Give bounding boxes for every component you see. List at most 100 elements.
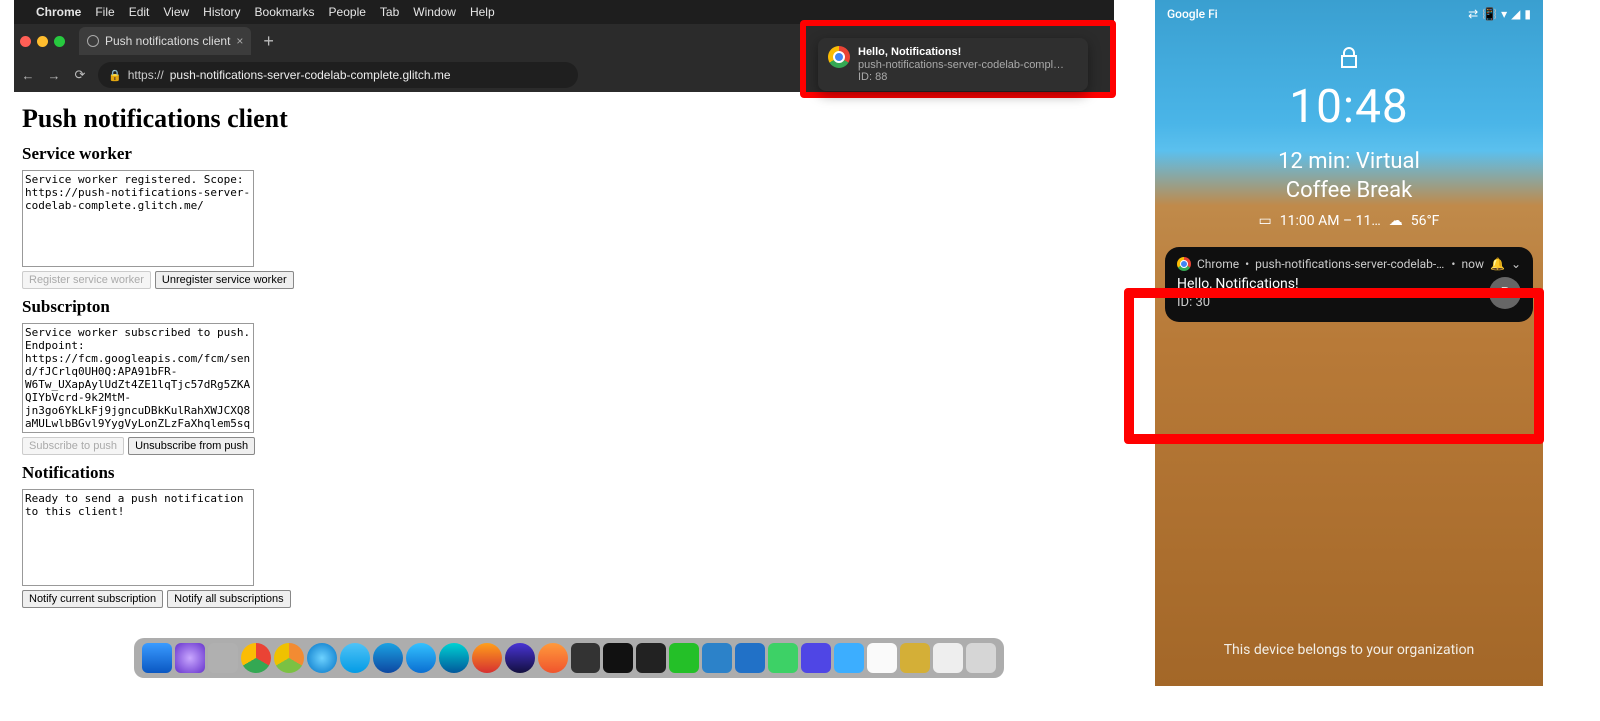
vibrate-icon: 📳 <box>1482 7 1497 21</box>
sub-status-textarea[interactable]: Service worker subscribed to push. Endpo… <box>22 323 254 433</box>
tab-close-icon[interactable]: × <box>236 34 243 48</box>
chrome-icon <box>1177 257 1191 271</box>
sub-heading: Subscripton <box>22 297 1106 317</box>
dock-launchpad-icon[interactable] <box>208 643 238 673</box>
event-line2: Coffee Break <box>1286 178 1412 203</box>
tab-title: Push notifications client <box>105 34 230 48</box>
dock-keybase-icon[interactable] <box>801 643 831 673</box>
subscribe-button: Subscribe to push <box>22 437 124 455</box>
address-bar[interactable]: 🔒 https:// push-notifications-server-code… <box>98 62 578 88</box>
nav-back-icon[interactable]: ← <box>20 68 36 83</box>
menu-bookmarks[interactable]: Bookmarks <box>255 5 315 19</box>
dock-chrome-icon[interactable] <box>241 643 271 673</box>
dock-camtasia-icon[interactable] <box>669 643 699 673</box>
event-time: 11:00 AM – 11… <box>1280 213 1381 229</box>
bell-icon: 🔔 <box>1490 257 1505 271</box>
dock-firefox-icon[interactable] <box>472 643 502 673</box>
notif-time: now <box>1461 257 1484 271</box>
dock-app3-icon[interactable] <box>834 643 864 673</box>
dock-vscode-icon[interactable] <box>702 643 732 673</box>
sw-heading: Service worker <box>22 144 1106 164</box>
menu-window[interactable]: Window <box>413 5 456 19</box>
page-content: Push notifications client Service worker… <box>14 92 1114 680</box>
nav-reload-icon[interactable]: ⟳ <box>72 67 88 83</box>
notif-status-textarea[interactable]: Ready to send a push notification to thi… <box>22 489 254 586</box>
url-scheme: https:// <box>128 68 164 82</box>
dock-edge-icon[interactable] <box>406 643 436 673</box>
menu-people[interactable]: People <box>329 5 366 19</box>
notify-all-button[interactable]: Notify all subscriptions <box>167 590 290 608</box>
dock-brave-icon[interactable] <box>538 643 568 673</box>
dock-notes-icon[interactable] <box>900 643 930 673</box>
lockscreen-clock: 10:48 <box>1155 80 1543 134</box>
battery-icon: ▮ <box>1524 7 1531 21</box>
calendar-event: 12 min: Virtual Coffee Break <box>1155 148 1543 205</box>
dock-chromium-icon[interactable] <box>307 643 337 673</box>
chevron-down-icon[interactable]: ⌄ <box>1511 257 1521 271</box>
globe-icon <box>87 35 99 47</box>
dock-safari-tp-icon[interactable] <box>373 643 403 673</box>
dock-iterm-icon[interactable] <box>636 643 666 673</box>
signal-icon: ◢ <box>1511 7 1520 21</box>
mac-notif-id: ID: 88 <box>858 71 1068 83</box>
window-close-icon[interactable] <box>20 36 31 47</box>
menu-tab[interactable]: Tab <box>380 5 399 19</box>
window-controls <box>20 36 65 47</box>
dock-terminal-icon[interactable] <box>603 643 633 673</box>
new-tab-button[interactable]: + <box>257 31 280 52</box>
lock-icon: 🔒 <box>108 69 122 82</box>
dock-firefox-dev-icon[interactable] <box>505 643 535 673</box>
url-host: push-notifications-server-codelab-comple… <box>170 68 451 82</box>
page-title: Push notifications client <box>22 104 1106 134</box>
sw-status-textarea[interactable]: Service worker registered. Scope: https:… <box>22 170 254 267</box>
dock-siri-icon[interactable] <box>175 643 205 673</box>
unregister-sw-button[interactable]: Unregister service worker <box>155 271 294 289</box>
menu-help[interactable]: Help <box>470 5 495 19</box>
mac-dock <box>134 638 1004 678</box>
menubar-app[interactable]: Chrome <box>36 5 81 19</box>
dock-sysprefs-icon[interactable] <box>571 643 601 673</box>
register-sw-button: Register service worker <box>22 271 151 289</box>
cloud-icon: ☁ <box>1389 213 1403 229</box>
dock-finder-icon[interactable] <box>142 643 172 673</box>
dock-app2-icon[interactable] <box>735 643 765 673</box>
phone-status-bar: Google Fi ⇄ 📳 ▾ ◢ ▮ <box>1155 0 1543 28</box>
lockscreen-meta: ▭ 11:00 AM – 11… ☁ 56°F <box>1155 213 1543 229</box>
android-notif-header: Chrome • push-notifications-server-codel… <box>1177 257 1521 271</box>
window-max-icon[interactable] <box>54 36 65 47</box>
mac-notification[interactable]: Hello, Notifications! push-notifications… <box>818 38 1088 91</box>
event-line1: 12 min: Virtual <box>1278 149 1420 174</box>
mac-notif-body: Hello, Notifications! push-notifications… <box>858 46 1068 83</box>
menu-edit[interactable]: Edit <box>129 5 150 19</box>
nav-forward-icon[interactable]: → <box>46 68 62 83</box>
temp-label: 56°F <box>1411 213 1440 229</box>
dock-messages-icon[interactable] <box>768 643 798 673</box>
lock-icon <box>1337 46 1361 70</box>
dock-downloads-icon[interactable] <box>933 643 963 673</box>
notify-current-button[interactable]: Notify current subscription <box>22 590 163 608</box>
dock-trash-icon[interactable] <box>966 643 996 673</box>
browser-tab[interactable]: Push notifications client × <box>79 27 251 55</box>
desktop-screenshot: Chrome File Edit View History Bookmarks … <box>14 0 1114 680</box>
dock-edge-dev-icon[interactable] <box>439 643 469 673</box>
menu-view[interactable]: View <box>163 5 189 19</box>
org-ownership-text: This device belongs to your organization <box>1155 642 1543 658</box>
highlight-box-phone <box>1124 288 1544 444</box>
window-min-icon[interactable] <box>37 36 48 47</box>
menu-file[interactable]: File <box>95 5 114 19</box>
link-icon: ⇄ <box>1468 7 1478 21</box>
dock-textedit-icon[interactable] <box>867 643 897 673</box>
status-icons: ⇄ 📳 ▾ ◢ ▮ <box>1468 7 1531 21</box>
dock-safari-icon[interactable] <box>340 643 370 673</box>
calendar-icon: ▭ <box>1259 213 1272 229</box>
mac-notif-source: push-notifications-server-codelab-comple… <box>858 59 1068 71</box>
dock-chrome-canary-icon[interactable] <box>274 643 304 673</box>
notif-app-name: Chrome <box>1197 257 1239 271</box>
menu-history[interactable]: History <box>203 5 240 19</box>
notif-heading: Notifications <box>22 463 1106 483</box>
wifi-icon: ▾ <box>1501 7 1507 21</box>
carrier-label: Google Fi <box>1167 7 1218 21</box>
notif-source: push-notifications-server-codelab-co… <box>1255 257 1445 271</box>
chrome-icon <box>828 46 850 68</box>
unsubscribe-button[interactable]: Unsubscribe from push <box>128 437 255 455</box>
